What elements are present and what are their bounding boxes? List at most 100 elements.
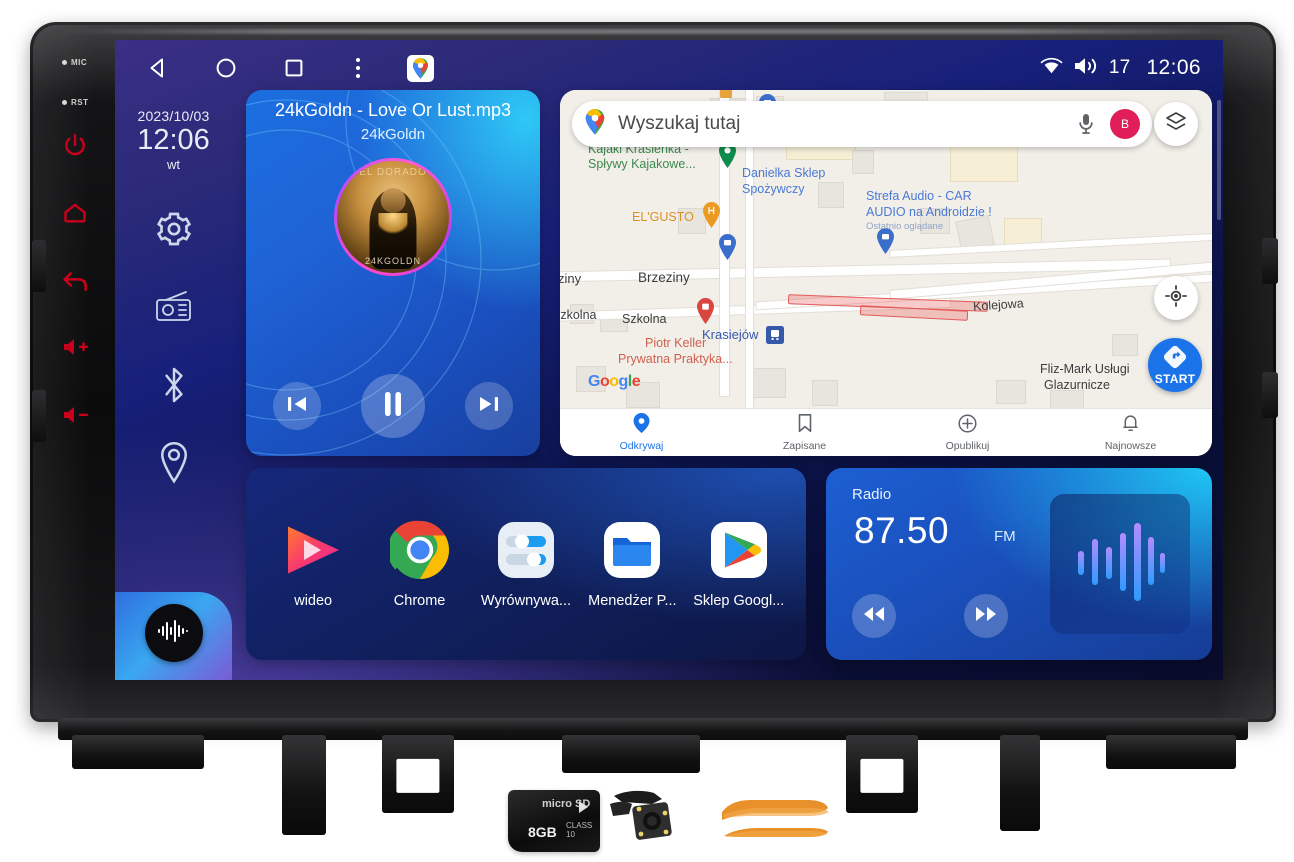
radio-title: Radio xyxy=(852,486,892,503)
map-label: Danielka Sklep xyxy=(742,166,826,180)
navigation-arrow-icon xyxy=(1163,345,1187,374)
screen-scrollbar[interactable] xyxy=(1217,100,1221,220)
map-icon-train-station[interactable] xyxy=(766,326,784,344)
microphone-icon[interactable] xyxy=(1072,110,1100,138)
bookmark-icon xyxy=(797,413,813,438)
map-building xyxy=(852,150,874,174)
app-wyrownywanie[interactable]: Wyrównywa... xyxy=(476,519,576,609)
app-sklep-google-play[interactable]: Sklep Googl... xyxy=(689,519,789,609)
microsd-capacity: 8GB xyxy=(528,824,557,840)
now-playing-card[interactable]: 24kGoldn - Love Or Lust.mp3 24kGoldn EL … xyxy=(246,90,540,456)
back-icon[interactable] xyxy=(143,53,173,83)
tab-label: Zapisane xyxy=(782,440,827,452)
rewind-icon xyxy=(863,605,885,628)
map-label: Fliz-Mark Usługi xyxy=(1040,362,1130,376)
map-label: Piotr Keller xyxy=(645,336,707,350)
radio-icon xyxy=(153,289,195,325)
bracket-tab xyxy=(282,735,326,835)
bracket-tab xyxy=(1106,735,1236,769)
volume-icon xyxy=(1073,56,1099,81)
next-track-icon xyxy=(478,394,500,419)
tab-odkrywaj[interactable]: Odkrywaj xyxy=(560,413,723,452)
overflow-icon[interactable] xyxy=(347,53,369,83)
sidebar-item-radio[interactable] xyxy=(115,268,232,346)
radio-seek-down-button[interactable] xyxy=(852,594,896,638)
bezel-reset[interactable]: RST xyxy=(62,92,114,110)
play-pause-button[interactable] xyxy=(361,374,425,438)
map-layers-button[interactable] xyxy=(1154,102,1198,146)
home-icon[interactable] xyxy=(211,53,241,83)
app-chrome[interactable]: Chrome xyxy=(370,519,470,609)
power-button[interactable] xyxy=(62,132,114,158)
app-label: Menedżer P... xyxy=(588,593,677,609)
bracket-tab-hole xyxy=(846,735,918,813)
plus-circle-icon xyxy=(958,413,977,438)
app-label: Chrome xyxy=(393,593,446,609)
map-label: Brzeziny xyxy=(638,270,690,285)
right-mount-ear-bottom xyxy=(1262,372,1278,418)
map-pin-piotr-keller[interactable] xyxy=(696,298,715,324)
map-start-label: START xyxy=(1154,371,1196,386)
folder-icon xyxy=(601,519,663,581)
mic-hole-icon xyxy=(62,60,67,66)
map-pin-shop-a[interactable] xyxy=(718,234,737,260)
map-search-input[interactable]: Wyszukaj tutaj xyxy=(618,113,1072,135)
accessory-pry-tools xyxy=(718,794,829,850)
status-clock: 12:06 xyxy=(1146,56,1201,79)
music-waveform-icon xyxy=(157,619,191,648)
my-location-button[interactable] xyxy=(1154,276,1198,320)
radio-card[interactable]: Radio 87.50 FM xyxy=(826,468,1212,660)
album-art-bottom-text: 24KGOLDN xyxy=(364,256,422,267)
radio-frequency: 87.50 xyxy=(854,510,950,551)
radio-seek-up-button[interactable] xyxy=(964,594,1008,638)
tab-label: Najnowsze xyxy=(1104,440,1157,452)
map-start-navigation-button[interactable]: START xyxy=(1148,338,1202,392)
home-button[interactable] xyxy=(62,200,114,226)
tab-opublikuj[interactable]: Opublikuj xyxy=(886,413,1049,452)
sidebar-item-music[interactable] xyxy=(145,604,203,662)
track-artist: 24kGoldn xyxy=(360,126,426,143)
album-art-top-text: EL DORADO xyxy=(359,166,427,178)
equalizer-icon xyxy=(495,519,557,581)
google-maps-card[interactable]: Kajaki Krasieńka - Spływy Kajakowe... Da… xyxy=(560,90,1212,456)
fast-forward-icon xyxy=(975,605,997,628)
map-label-sub: Ostatnio oglądane xyxy=(866,221,944,232)
map-clipped-top-label xyxy=(720,90,742,100)
tab-zapisane[interactable]: Zapisane xyxy=(723,413,886,452)
app-wideo[interactable]: wideo xyxy=(263,519,363,609)
app-menedzer-plikow[interactable]: Menedżer P... xyxy=(582,519,682,609)
sidebar-clock-block: 2023/10/03 12:06 wt xyxy=(115,96,232,172)
bezel-mic[interactable]: MIC xyxy=(62,52,114,70)
next-track-button[interactable] xyxy=(465,382,513,430)
accessory-backup-camera xyxy=(608,788,688,850)
bracket-tab xyxy=(562,735,700,773)
app-shortcuts-card: wideo Chrome Wyrównywa... Menedżer P... … xyxy=(246,468,806,660)
sidebar-item-location[interactable] xyxy=(115,424,232,502)
settings-icon xyxy=(154,209,194,249)
album-art: EL DORADO 24KGOLDN xyxy=(337,161,449,273)
map-bottom-nav: Odkrywaj Zapisane Opublikuj Najnowsze xyxy=(560,408,1212,456)
map-label: Spożywczy xyxy=(742,182,805,196)
volume-up-button[interactable] xyxy=(62,336,114,358)
map-search-bar[interactable]: Wyszukaj tutaj B xyxy=(572,101,1152,147)
back-button[interactable] xyxy=(62,268,114,294)
map-label: Glazurnicze xyxy=(1044,378,1110,392)
bezel-key-column: MIC RST xyxy=(62,40,114,490)
place-pin-icon xyxy=(633,413,650,438)
android-status-bar: 17 12:06 xyxy=(115,40,1223,96)
sidebar-item-bluetooth[interactable] xyxy=(115,346,232,424)
sidebar-item-settings[interactable] xyxy=(115,190,232,268)
google-maps-icon[interactable] xyxy=(407,54,434,82)
touchscreen-display[interactable]: 17 12:06 2023/10/03 12:06 wt 24kGoldn - … xyxy=(115,40,1223,680)
sidebar-time: 12:06 xyxy=(137,124,210,156)
sidebar-date: 2023/10/03 xyxy=(137,108,210,124)
bracket-tab xyxy=(72,735,204,769)
volume-down-button[interactable] xyxy=(62,404,114,426)
map-pin-elgusto[interactable] xyxy=(702,202,721,228)
google-maps-pin-icon xyxy=(584,108,606,140)
tab-najnowsze[interactable]: Najnowsze xyxy=(1049,413,1212,452)
previous-track-button[interactable] xyxy=(273,382,321,430)
reset-hole-icon xyxy=(62,100,67,106)
user-avatar[interactable]: B xyxy=(1110,109,1140,139)
recents-icon[interactable] xyxy=(279,53,309,83)
